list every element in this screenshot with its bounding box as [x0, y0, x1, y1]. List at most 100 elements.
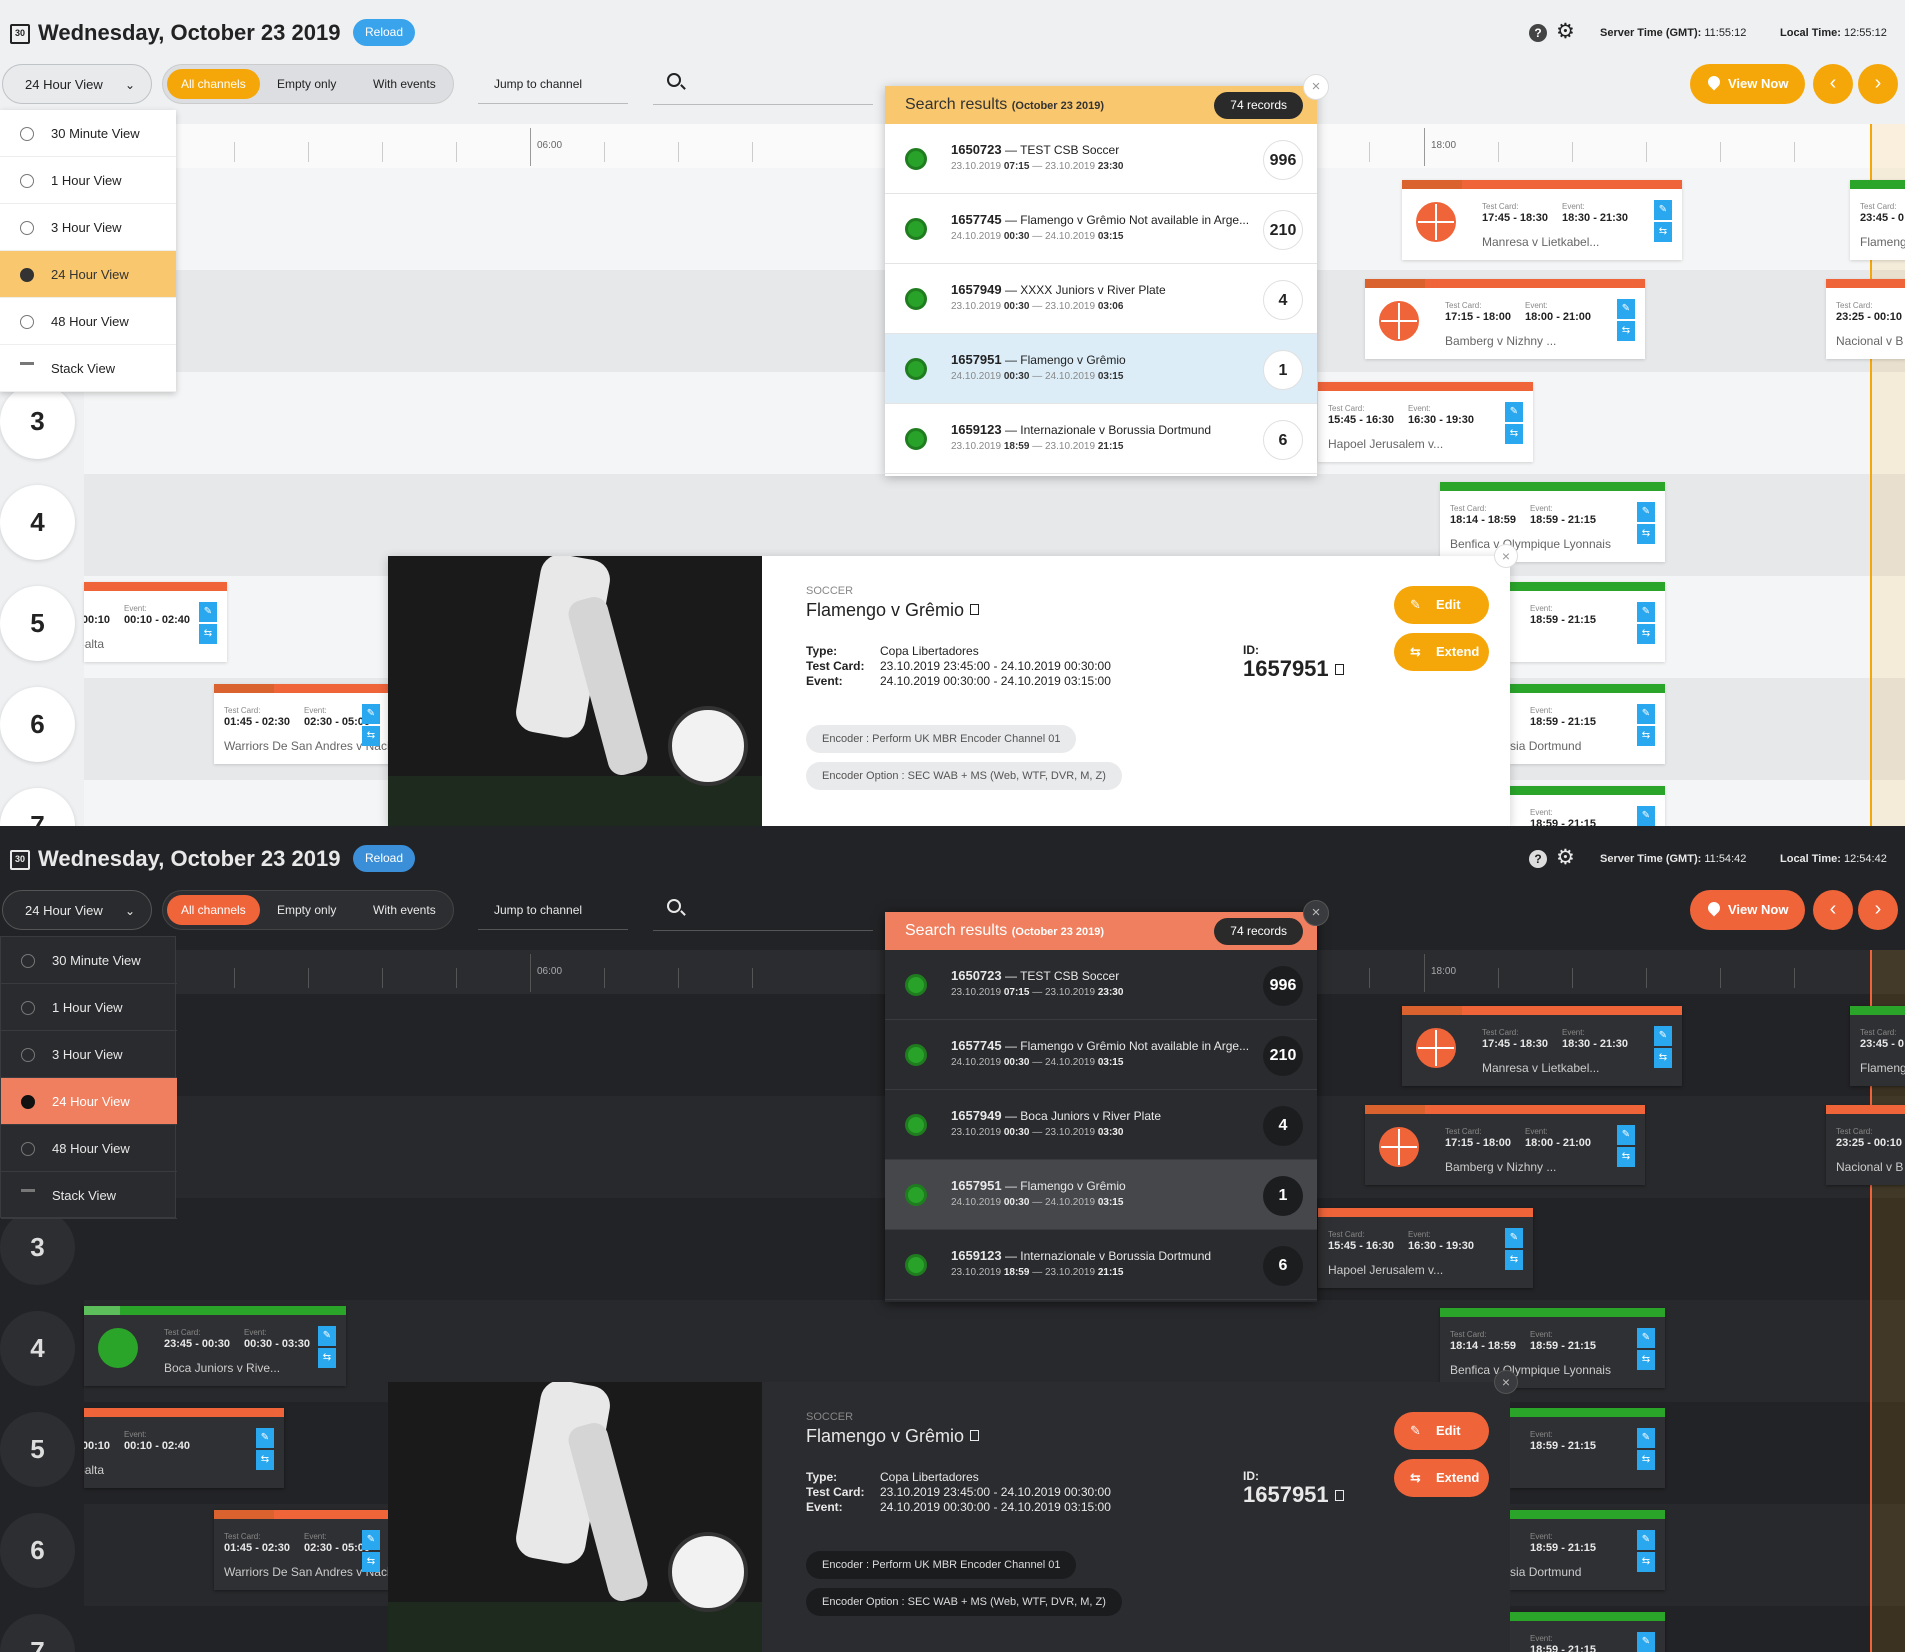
search-result-row[interactable]: 1657949 — Boca Juniors v River Plate 23.1… — [885, 1090, 1317, 1160]
channel-number[interactable]: 6 — [0, 1513, 75, 1588]
pencil-icon[interactable]: ✎ — [362, 704, 380, 724]
pencil-icon[interactable]: ✎ — [1505, 402, 1523, 422]
event-card[interactable]: Test Card: 01:45 - 02:30 Event: 02:30 - 05:… — [214, 1510, 390, 1590]
view-menu-item-30min[interactable]: 30 Minute View — [0, 110, 176, 157]
copy-icon[interactable] — [970, 1430, 980, 1441]
event-card[interactable]: Test Card: 23:25 - 00:10 Nacional v B — [1826, 279, 1905, 359]
pencil-icon[interactable]: ✎ — [1637, 704, 1655, 724]
pencil-icon[interactable]: ✎ — [1637, 1530, 1655, 1550]
extend-icon[interactable]: ⇆ — [1505, 424, 1523, 444]
copy-icon[interactable] — [1334, 664, 1344, 675]
search-field[interactable] — [653, 930, 873, 931]
jump-to-channel-input[interactable]: Jump to channel — [478, 890, 628, 930]
event-card[interactable]: Test Card: 17:45 - 18:30 Event: 18:30 - 21:… — [1402, 180, 1682, 260]
pencil-icon[interactable]: ✎ — [1637, 1428, 1655, 1448]
extend-icon[interactable]: ⇆ — [1637, 624, 1655, 644]
view-select[interactable]: 24 Hour View ⌄ — [2, 890, 152, 930]
pencil-icon[interactable]: ✎ — [256, 1428, 274, 1448]
filter-all-channels[interactable]: All channels — [167, 895, 260, 925]
view-menu-item-48h[interactable]: 48 Hour View — [0, 298, 176, 345]
search-icon[interactable] — [667, 899, 681, 913]
view-select[interactable]: 24 Hour View ⌄ — [2, 64, 152, 104]
extend-icon[interactable]: ⇆ — [1505, 1250, 1523, 1270]
channel-number[interactable]: 7 — [0, 1614, 75, 1652]
extend-icon[interactable]: ⇆ — [199, 624, 217, 644]
extend-icon[interactable]: ⇆ — [256, 1450, 274, 1470]
extend-icon[interactable]: ⇆ — [1637, 1450, 1655, 1470]
search-result-row[interactable]: 1659123 — Internazionale v Borussia Dort… — [885, 404, 1317, 474]
filter-empty-only[interactable]: Empty only — [263, 69, 350, 99]
search-result-row[interactable]: 1659123 — Internazionale v Borussia Dort… — [885, 1230, 1317, 1300]
extend-icon[interactable]: ⇆ — [1637, 726, 1655, 746]
prev-button[interactable]: ‹ — [1813, 64, 1853, 104]
search-result-row[interactable]: 1657745 — Flamengo v Grêmio Not availabl… — [885, 194, 1317, 264]
pencil-icon[interactable]: ✎ — [362, 1530, 380, 1550]
extend-icon[interactable]: ⇆ — [1617, 1147, 1635, 1167]
close-icon[interactable]: × — [1494, 1370, 1518, 1394]
extend-icon[interactable]: ⇆ — [1637, 1350, 1655, 1370]
filter-all-channels[interactable]: All channels — [167, 69, 260, 99]
reload-button[interactable]: Reload — [353, 845, 416, 872]
view-menu-item-stack[interactable]: Stack View — [1, 1172, 177, 1219]
pencil-icon[interactable]: ✎ — [199, 602, 217, 622]
event-card[interactable]: Test Card: 15:45 - 16:30 Event: 16:30 - 19:… — [1318, 1208, 1533, 1288]
view-now-button[interactable]: View Now — [1690, 64, 1805, 104]
event-card[interactable]: Test Card: 17:15 - 18:00 Event: 18:00 - 21:… — [1365, 1105, 1645, 1185]
channel-number[interactable]: 3 — [0, 384, 75, 459]
copy-icon[interactable] — [970, 604, 980, 615]
event-card[interactable]: Test Card: 23:45 - 0 Flameng — [1850, 180, 1905, 260]
view-menu-item-1h[interactable]: 1 Hour View — [1, 984, 177, 1031]
extend-button[interactable]: ⇆ Extend — [1394, 1459, 1489, 1497]
event-card[interactable]: Event:18:59 - 21:15 ale v Borussia Dortmu… — [1510, 1510, 1665, 1590]
view-menu-item-3h[interactable]: 3 Hour View — [0, 204, 176, 251]
filter-empty-only[interactable]: Empty only — [263, 895, 350, 925]
event-card[interactable]: Test Card: 23:45 - 00:30 Event: 00:30 - 03:… — [84, 1306, 346, 1386]
gear-icon[interactable]: ⚙ — [1556, 21, 1575, 43]
channel-number[interactable]: 4 — [0, 485, 75, 560]
jump-to-channel-input[interactable]: Jump to channel — [478, 64, 628, 104]
filter-with-events[interactable]: With events — [359, 895, 450, 925]
event-card[interactable]: Event:18:59 - 21:15rpool✎⇆ — [1510, 582, 1665, 662]
view-menu-item-30min[interactable]: 30 Minute View — [1, 937, 177, 984]
view-menu-item-1h[interactable]: 1 Hour View — [0, 157, 176, 204]
view-menu-item-24h[interactable]: 24 Hour View — [0, 251, 176, 298]
search-result-row[interactable]: 1657951 — Flamengo v Grêmio 24.10.2019 00… — [885, 334, 1317, 404]
event-card[interactable]: Test Card: 23:45 - 0 Flameng — [1850, 1006, 1905, 1086]
search-result-row[interactable]: 1657949 — XXXX Juniors v River Plate 23.1… — [885, 264, 1317, 334]
event-card[interactable]: Test Card: 18:14 - 18:59 Event: 18:59 - 21:… — [1440, 482, 1665, 562]
close-icon[interactable]: × — [1303, 900, 1329, 926]
extend-icon[interactable]: ⇆ — [362, 1552, 380, 1572]
channel-number[interactable]: 5 — [0, 586, 75, 661]
search-field[interactable] — [653, 104, 873, 105]
pencil-icon[interactable]: ✎ — [1637, 1632, 1655, 1652]
event-card[interactable]: Event:18:59 - 21:15✎⇆ — [1510, 786, 1665, 826]
event-card[interactable]: Test Card: 18:14 - 18:59 Event: 18:59 - 21:… — [1440, 1308, 1665, 1388]
extend-icon[interactable]: ⇆ — [1617, 321, 1635, 341]
pencil-icon[interactable]: ✎ — [1617, 299, 1635, 319]
pencil-icon[interactable]: ✎ — [1637, 1328, 1655, 1348]
search-result-row[interactable]: 1650723 — TEST CSB Soccer 23.10.2019 07:1… — [885, 124, 1317, 194]
search-result-row[interactable]: 1657951 — Flamengo v Grêmio 24.10.2019 00… — [885, 1160, 1317, 1230]
pencil-icon[interactable]: ✎ — [1654, 200, 1672, 220]
help-icon[interactable]: ? — [1529, 850, 1547, 868]
search-result-row[interactable]: 1650723 — TEST CSB Soccer 23.10.2019 07:1… — [885, 950, 1317, 1020]
event-card[interactable]: Test Card: 17:15 - 18:00 Event: 18:00 - 21:… — [1365, 279, 1645, 359]
channel-number[interactable]: 4 — [0, 1311, 75, 1386]
search-result-row[interactable]: 1657745 — Flamengo v Grêmio Not availabl… — [885, 1020, 1317, 1090]
next-button[interactable]: › — [1858, 890, 1898, 930]
view-now-button[interactable]: View Now — [1690, 890, 1805, 930]
gear-icon[interactable]: ⚙ — [1556, 847, 1575, 869]
event-card[interactable]: Test Card: 15:45 - 16:30 Event: 16:30 - 19:… — [1318, 382, 1533, 462]
extend-button[interactable]: ⇆ Extend — [1394, 633, 1489, 671]
pencil-icon[interactable]: ✎ — [1637, 602, 1655, 622]
channel-number[interactable]: 5 — [0, 1412, 75, 1487]
event-card[interactable]: Event:18:59 - 21:15rpool✎⇆ — [1510, 1408, 1665, 1488]
event-card[interactable]: Event:18:59 - 21:15✎⇆ — [1510, 1612, 1665, 1652]
close-icon[interactable]: × — [1494, 544, 1518, 568]
extend-icon[interactable]: ⇆ — [1654, 222, 1672, 242]
channel-number[interactable]: 7 — [0, 788, 75, 826]
pencil-icon[interactable]: ✎ — [318, 1326, 336, 1346]
channel-number[interactable]: 3 — [0, 1210, 75, 1285]
event-card[interactable]: Test Card: 17:45 - 18:30 Event: 18:30 - 21:… — [1402, 1006, 1682, 1086]
event-card[interactable]: Test Card: 01:45 - 02:30 Event: 02:30 - 05:… — [214, 684, 390, 764]
